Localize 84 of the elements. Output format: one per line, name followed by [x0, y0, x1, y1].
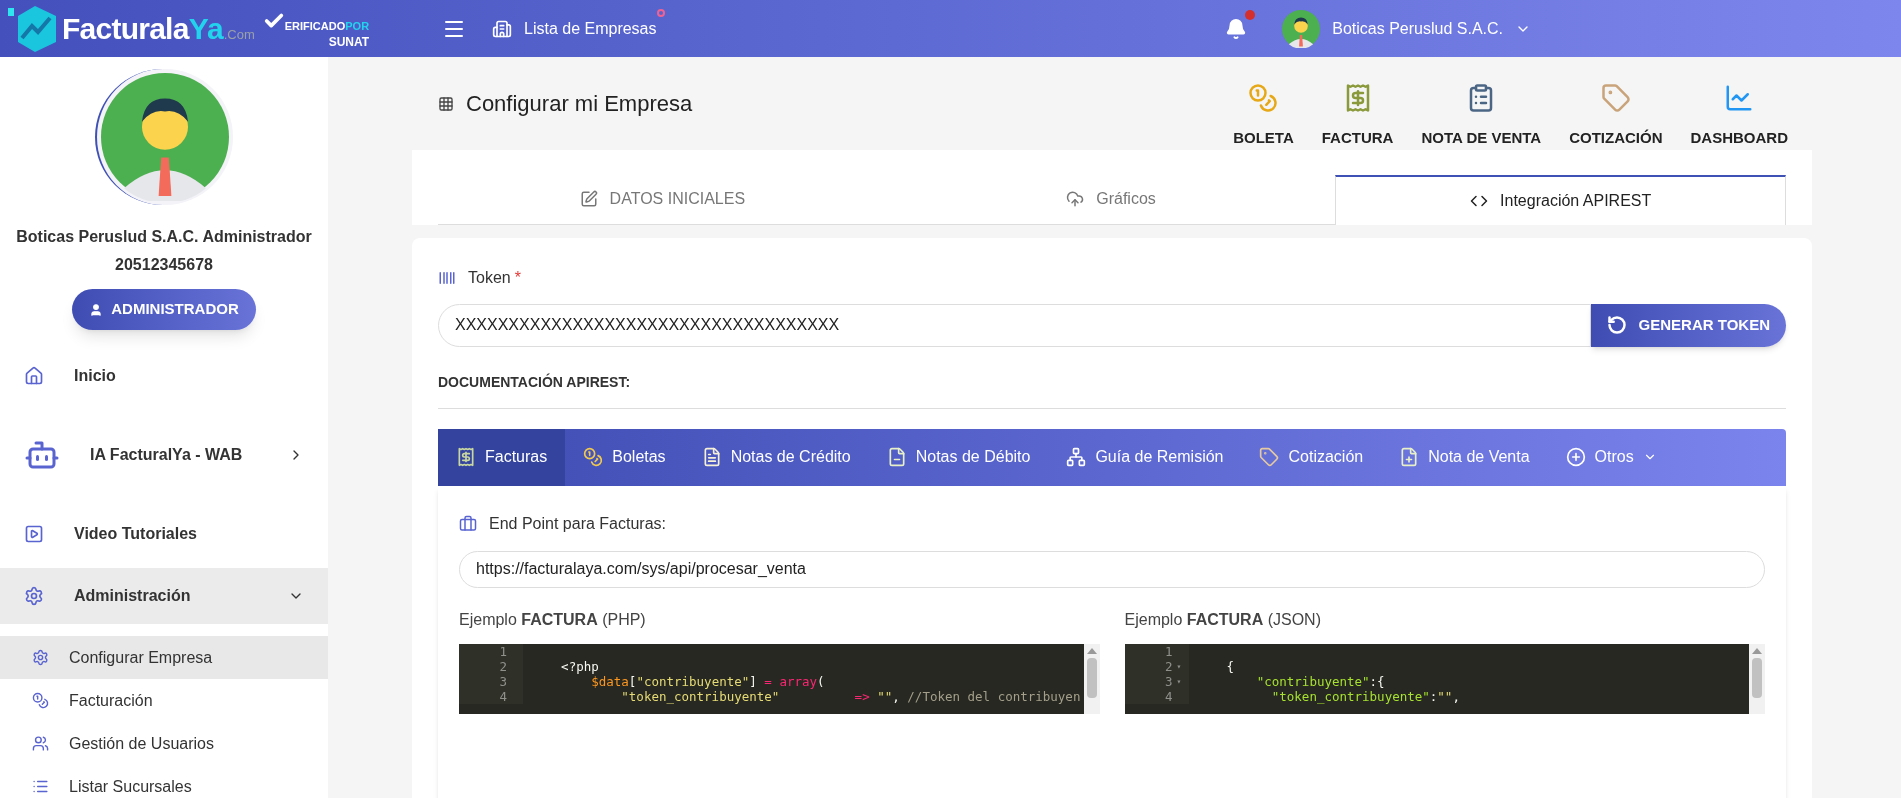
required-mark: *	[514, 267, 521, 288]
menu-item-icon	[24, 524, 44, 544]
fold-marker[interactable]: ▾	[1176, 673, 1182, 689]
profile-name: Boticas Peruslud S.A.C. Administrador	[16, 227, 312, 247]
shortcut-icon	[1248, 83, 1279, 113]
code-line: $data["contribuyente"] = array(	[591, 673, 825, 689]
generate-token-button[interactable]: GENERAR TOKEN	[1590, 303, 1786, 347]
shortcut-button[interactable]: BOLETA	[1233, 83, 1294, 150]
endpoint-field[interactable]: https://facturalaya.com/sys/api/procesar_venta	[459, 550, 1765, 588]
submenu-icon	[32, 735, 49, 752]
doc-tab-icon	[1399, 447, 1420, 467]
briefcase-icon	[459, 514, 477, 533]
sidebar-item[interactable]: IA FacturalYa - WAB	[0, 410, 328, 500]
tab[interactable]: Gráficos	[886, 174, 1336, 225]
sidebar-item[interactable]: Inicio	[0, 348, 328, 404]
fold-marker[interactable]: ▾	[1176, 658, 1182, 674]
doc-tab[interactable]: Boletas	[565, 428, 684, 486]
menu-item-icon	[24, 586, 44, 606]
doc-tab[interactable]: Guía de Remisión	[1048, 428, 1242, 486]
scrollbar[interactable]	[1749, 643, 1765, 714]
endpoint-label: End Point para Facturas:	[489, 513, 666, 534]
page-title: Configurar mi Empresa	[466, 90, 693, 118]
shortcut-button[interactable]: NOTA DE VENTA	[1421, 83, 1542, 150]
shortcut-button[interactable]: DASHBOARD	[1690, 83, 1788, 150]
shortcut-button[interactable]: FACTURA	[1321, 83, 1394, 150]
doc-tab-icon	[583, 447, 604, 467]
line-number: 2	[1164, 658, 1173, 674]
scrollbar[interactable]	[1083, 643, 1100, 714]
example-title: Ejemplo FACTURA (JSON)	[1124, 609, 1322, 630]
token-field[interactable]: XXXXXXXXXXXXXXXXXXXXXXXXXXXXXXXXXXXX	[438, 303, 1591, 347]
submenu-item[interactable]: Configurar Empresa	[0, 636, 328, 679]
profile-ruc: 20512345678	[115, 255, 213, 275]
verified-accent: POR	[345, 20, 370, 32]
line-number: 4	[499, 688, 507, 704]
menu-item-icon	[24, 366, 44, 386]
line-number: 1	[499, 643, 507, 659]
user-icon	[89, 302, 104, 317]
line-number: 2	[499, 658, 507, 674]
doc-tab[interactable]: Notas de Crédito	[683, 428, 869, 486]
sidebar-item[interactable]: Video Tutoriales	[0, 506, 328, 562]
shortcut-button[interactable]: COTIZACIÓN	[1569, 83, 1663, 150]
code-line: {	[1225, 658, 1235, 674]
code-line: "token_contribuyente" => "", //Token del contribuyen	[620, 688, 1081, 704]
refresh-icon	[1606, 315, 1627, 335]
token-label: Token	[468, 267, 511, 288]
code-line: <?php	[560, 658, 599, 674]
sidebar-item[interactable]: Administración	[0, 568, 328, 624]
logo-suffix: .Com	[223, 26, 255, 44]
role-button[interactable]: ADMINISTRADOR	[72, 289, 256, 330]
tab-icon	[579, 190, 598, 208]
doc-tab-icon	[456, 447, 476, 467]
line-number: 1	[1164, 643, 1173, 659]
docs-heading: DOCUMENTACIÓN APIREST:	[438, 371, 1786, 409]
grid-icon	[438, 95, 454, 112]
doc-tab[interactable]: Otros	[1547, 428, 1675, 486]
doc-tab-icon	[1066, 447, 1087, 467]
logo-text: Facturala	[62, 11, 189, 47]
shortcut-icon	[1600, 83, 1631, 113]
doc-tab-icon	[1259, 447, 1280, 467]
tab[interactable]: Integración APIREST	[1335, 174, 1786, 225]
submenu-icon	[32, 778, 49, 795]
notification-bell-icon[interactable]	[1225, 17, 1248, 40]
line-number: 3	[1164, 673, 1173, 689]
line-number: 3	[499, 673, 507, 689]
doc-tab[interactable]: Nota de Venta	[1381, 428, 1548, 486]
doc-tab-icon	[1565, 447, 1586, 467]
example-title: Ejemplo FACTURA (PHP)	[459, 609, 647, 630]
companies-link[interactable]: Lista de Empresas	[492, 12, 657, 45]
logo-accent: Ya	[188, 11, 224, 47]
code-line: "token_contribuyente":"",	[1271, 688, 1460, 704]
line-number: 4	[1164, 688, 1173, 704]
code-line: "contribuyente":{	[1255, 673, 1385, 689]
building-icon	[492, 18, 512, 39]
user-avatar	[1282, 9, 1321, 48]
doc-tab[interactable]: Notas de Débito	[868, 428, 1049, 486]
tab[interactable]: DATOS INICIALES	[438, 174, 887, 225]
verified-text: ERIFICADO	[284, 20, 346, 32]
submenu-icon	[32, 692, 49, 709]
doc-tab[interactable]: Facturas	[438, 428, 566, 486]
submenu-icon	[32, 649, 49, 666]
doc-tab[interactable]: Cotización	[1241, 428, 1382, 486]
tab-icon	[1066, 190, 1085, 208]
user-menu[interactable]: Boticas Peruslud S.A.C.	[1332, 16, 1531, 41]
sunat-text: SUNAT	[328, 35, 370, 48]
